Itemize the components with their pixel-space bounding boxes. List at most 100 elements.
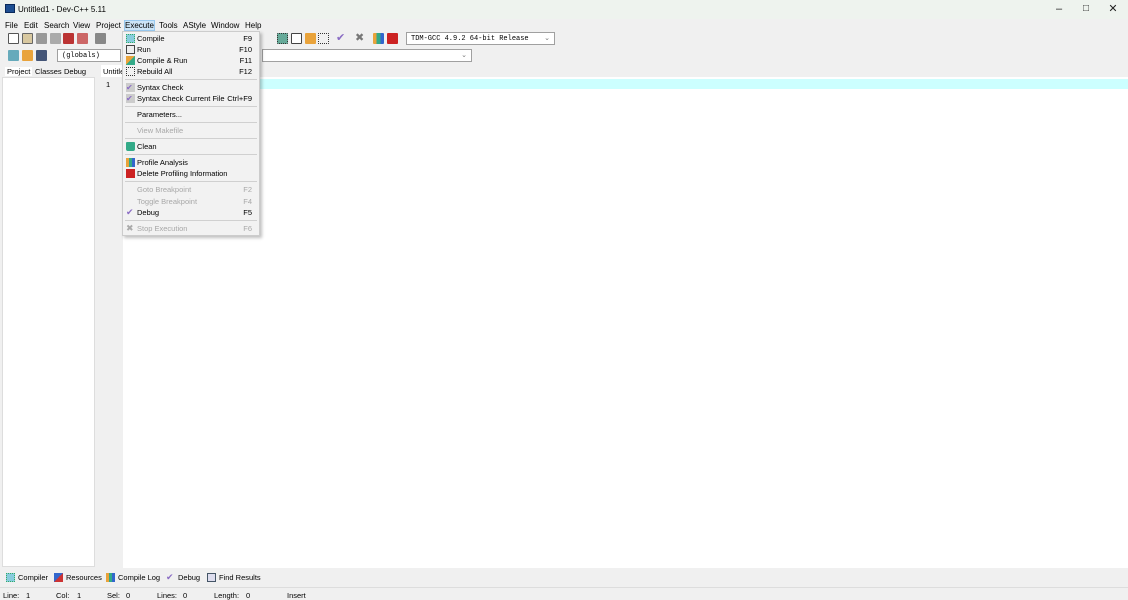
status-length: 0 xyxy=(246,591,251,600)
open-icon[interactable] xyxy=(22,33,33,44)
run-icon[interactable] xyxy=(291,33,302,44)
chevron-down-icon: ⌄ xyxy=(544,34,550,42)
check-icon: ✔ xyxy=(166,572,174,582)
menu-item-shortcut: F4 xyxy=(243,197,252,206)
menu-view[interactable]: View xyxy=(73,21,90,30)
syntax-check-icon: ✔ xyxy=(126,83,135,92)
chevron-down-icon: ⌄ xyxy=(461,51,467,59)
rebuild-icon[interactable] xyxy=(318,33,329,44)
tab-compiler[interactable]: Compiler xyxy=(6,573,48,582)
new-file-icon[interactable] xyxy=(8,33,19,44)
symbol-select[interactable]: ⌄ xyxy=(262,49,472,62)
menu-item-shortcut: F2 xyxy=(243,185,252,194)
compile-run-icon[interactable] xyxy=(305,33,316,44)
menu-item-label: Parameters... xyxy=(137,110,183,119)
close-all-icon[interactable] xyxy=(77,33,88,44)
close-button[interactable]: ✕ xyxy=(1100,2,1126,16)
tab-compile-log[interactable]: Compile Log xyxy=(106,573,160,582)
status-lines: 0 xyxy=(183,591,188,600)
menu-edit[interactable]: Edit xyxy=(24,21,38,30)
stop-icon[interactable]: ✖ xyxy=(355,31,364,44)
menu-item-label: Rebuild All xyxy=(137,67,173,76)
save-icon[interactable] xyxy=(36,33,47,44)
delete-profile-icon[interactable] xyxy=(387,33,398,44)
menu-separator xyxy=(125,181,257,182)
compile-icon[interactable] xyxy=(277,33,288,44)
tab-resources[interactable]: Resources xyxy=(54,573,102,582)
menu-execute[interactable]: Execute xyxy=(124,20,155,31)
menu-item-parameters[interactable]: Parameters... xyxy=(123,109,259,120)
chart-icon xyxy=(126,158,135,167)
tab-debug[interactable]: Debug xyxy=(64,67,86,76)
run-icon xyxy=(126,45,135,54)
tab-debug-output[interactable]: ✔ Debug xyxy=(166,572,201,583)
print-icon[interactable] xyxy=(95,33,106,44)
close-file-icon[interactable] xyxy=(63,33,74,44)
window-title: Untitled1 - Dev-C++ 5.11 xyxy=(18,5,106,14)
menu-item-compile-run[interactable]: Compile & Run F11 xyxy=(123,55,259,66)
menu-tools[interactable]: Tools xyxy=(159,21,178,30)
rebuild-icon xyxy=(126,67,135,76)
project-panel[interactable] xyxy=(2,77,95,567)
menu-item-view-makefile: View Makefile xyxy=(123,125,259,136)
menu-help[interactable]: Help xyxy=(245,21,261,30)
menu-item-label: Debug xyxy=(137,208,160,217)
compiler-select[interactable]: TDM-GCC 4.9.2 64-bit Release ⌄ xyxy=(406,32,555,45)
status-line-label: Line: xyxy=(3,591,20,600)
tab-project[interactable]: Project xyxy=(5,67,33,76)
menu-item-shortcut: F10 xyxy=(239,45,252,54)
menu-item-syntax-check-file[interactable]: ✔ Syntax Check Current File Ctrl+F9 xyxy=(123,93,259,104)
menu-item-label: Goto Breakpoint xyxy=(137,185,192,194)
menu-separator xyxy=(125,106,257,107)
menu-item-shortcut: F9 xyxy=(243,34,252,43)
menu-item-profile-analysis[interactable]: Profile Analysis xyxy=(123,157,259,168)
menu-item-debug[interactable]: ✔ Debug F5 xyxy=(123,207,259,218)
status-col: 1 xyxy=(77,591,82,600)
status-sel-label: Sel: xyxy=(107,591,120,600)
menu-item-label: Profile Analysis xyxy=(137,158,188,167)
execute-menu: Compile F9 Run F10 Compile & Run F11 Rebuil… xyxy=(122,31,260,236)
menu-separator xyxy=(125,138,257,139)
menu-item-run[interactable]: Run F10 xyxy=(123,44,259,55)
current-line-highlight xyxy=(123,79,1128,89)
menu-item-label: Stop Execution xyxy=(137,224,188,233)
menu-item-shortcut: F12 xyxy=(239,67,252,76)
debug-check-icon[interactable]: ✔ xyxy=(336,31,345,44)
menu-search[interactable]: Search xyxy=(44,21,69,30)
menu-item-syntax-check[interactable]: ✔ Syntax Check xyxy=(123,82,259,93)
tab-label: Resources xyxy=(66,573,102,582)
app-icon xyxy=(5,4,15,13)
menu-separator xyxy=(125,154,257,155)
menu-item-label: Delete Profiling Information xyxy=(137,169,228,178)
menu-item-rebuild-all[interactable]: Rebuild All F12 xyxy=(123,66,259,77)
bookmark-icon[interactable] xyxy=(36,50,47,61)
menu-item-goto-breakpoint: Goto Breakpoint F2 xyxy=(123,184,259,195)
status-sel: 0 xyxy=(126,591,131,600)
menu-item-clean[interactable]: Clean xyxy=(123,141,259,152)
save-all-icon[interactable] xyxy=(50,33,61,44)
menu-item-compile[interactable]: Compile F9 xyxy=(123,33,259,44)
menu-project[interactable]: Project xyxy=(96,21,121,30)
profile-icon[interactable] xyxy=(373,33,384,44)
menu-item-label: Clean xyxy=(137,142,157,151)
tab-label: Compile Log xyxy=(118,573,161,582)
line-gutter xyxy=(97,77,123,568)
menu-file[interactable]: File xyxy=(5,21,18,30)
menu-separator xyxy=(125,122,257,123)
scope-select[interactable]: (globals) xyxy=(57,49,121,62)
menu-window[interactable]: Window xyxy=(211,21,239,30)
maximize-button[interactable]: □ xyxy=(1073,2,1099,16)
insert-icon[interactable] xyxy=(8,50,19,61)
compile-icon xyxy=(126,34,135,43)
menu-astyle[interactable]: AStyle xyxy=(183,21,206,30)
resources-icon xyxy=(54,573,63,582)
minimize-button[interactable]: – xyxy=(1046,2,1072,16)
goto-icon[interactable] xyxy=(22,50,33,61)
compiler-select-value: TDM-GCC 4.9.2 64-bit Release xyxy=(411,35,529,43)
menu-item-delete-profiling[interactable]: Delete Profiling Information xyxy=(123,168,259,179)
tab-classes[interactable]: Classes xyxy=(35,67,62,76)
tab-find-results[interactable]: Find Results xyxy=(207,573,261,582)
menu-item-label: Toggle Breakpoint xyxy=(137,197,198,206)
menu-item-label: Syntax Check xyxy=(137,83,184,92)
tab-label: Debug xyxy=(178,573,201,582)
